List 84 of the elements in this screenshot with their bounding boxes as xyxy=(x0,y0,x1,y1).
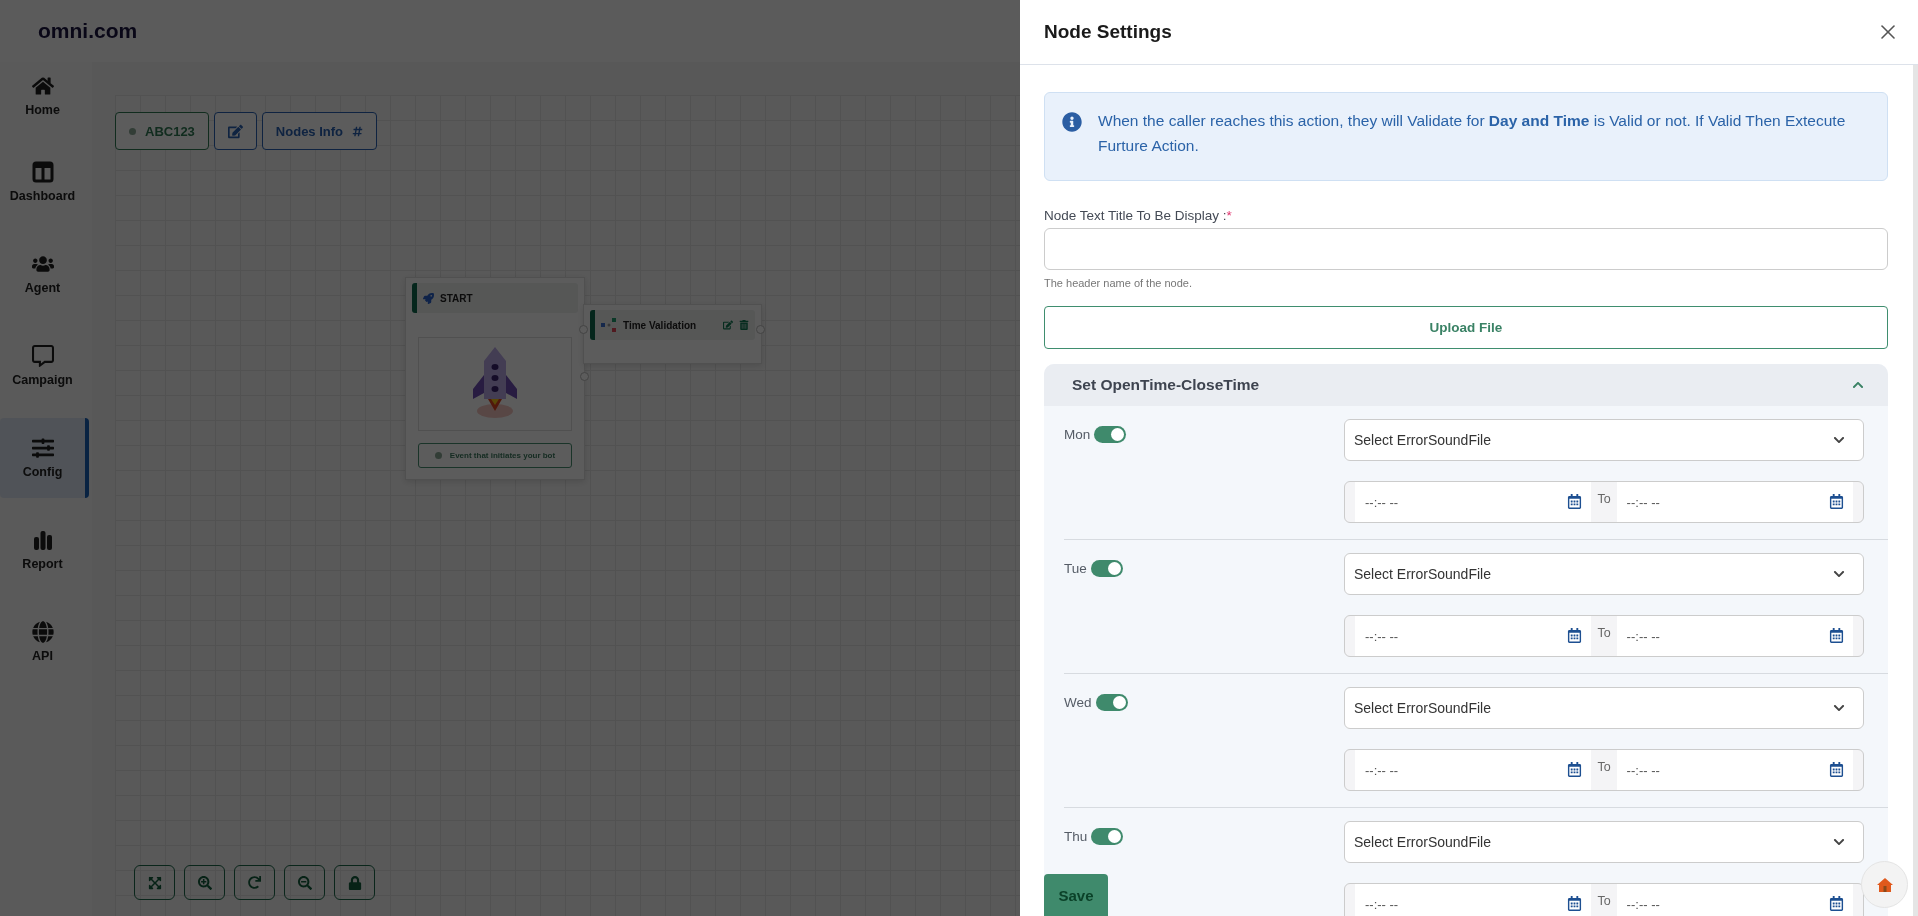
zoom-out-button[interactable] xyxy=(284,865,325,900)
day-label: Wed xyxy=(1064,695,1092,710)
time-input[interactable]: --:-- -- xyxy=(1616,884,1853,916)
day-label: Tue xyxy=(1064,561,1087,576)
lock-button[interactable] xyxy=(334,865,375,900)
zoom-in-icon xyxy=(197,875,212,890)
chevron-down-icon xyxy=(1833,836,1845,848)
time-input[interactable]: --:-- -- xyxy=(1616,482,1853,522)
field-hint: The header name of the node. xyxy=(1044,277,1193,289)
time-input[interactable]: --:-- -- xyxy=(1616,750,1853,790)
sidebar-item[interactable]: Campaign xyxy=(0,326,89,406)
sound-file-select[interactable]: Select ErrorSoundFile xyxy=(1344,553,1864,595)
zoom-out-icon xyxy=(297,875,312,890)
brand-logo[interactable]: omni.com xyxy=(38,19,138,43)
calendar-icon[interactable] xyxy=(1567,896,1583,911)
chevron-up-icon xyxy=(1852,379,1864,391)
redo-icon xyxy=(248,876,261,889)
day-toggle[interactable] xyxy=(1091,828,1124,845)
to-label: To xyxy=(1596,894,1612,908)
day-label: Thu xyxy=(1064,829,1088,844)
fit-view-button[interactable] xyxy=(134,865,175,900)
calendar-icon[interactable] xyxy=(1829,628,1844,643)
calendar-icon[interactable] xyxy=(1567,762,1583,777)
to-label: To xyxy=(1596,492,1612,506)
field-label: Node Text Title To Be Display :* xyxy=(1044,208,1233,223)
calendar-icon[interactable] xyxy=(1567,494,1583,509)
flow-name-button[interactable]: ABC123 xyxy=(115,112,209,150)
sliders-icon xyxy=(31,437,54,459)
sidebar-item[interactable]: Report xyxy=(0,510,89,590)
house-icon xyxy=(1875,876,1894,893)
nodes-info-button[interactable]: Nodes Info xyxy=(261,112,378,150)
drawer-title: Node Settings xyxy=(1044,21,1172,43)
time-input[interactable]: --:-- -- xyxy=(1355,482,1592,522)
upload-button[interactable]: Upload File xyxy=(1044,306,1888,349)
edit-icon xyxy=(227,123,243,139)
bar-chart-icon xyxy=(31,529,54,551)
calendar-icon[interactable] xyxy=(1829,762,1844,777)
sound-file-select[interactable]: Select ErrorSoundFile xyxy=(1344,821,1864,863)
chevron-down-icon xyxy=(1833,702,1845,714)
node-title: Time Validation xyxy=(623,319,698,331)
day-label: Mon xyxy=(1064,427,1091,442)
hashtag-icon xyxy=(352,125,364,137)
title-input[interactable] xyxy=(1044,228,1888,270)
sidebar-item[interactable]: API xyxy=(0,602,89,682)
edit-button[interactable] xyxy=(213,112,257,150)
edit-icon[interactable] xyxy=(723,320,733,330)
time-input[interactable]: --:-- -- xyxy=(1355,750,1592,790)
expand-icon xyxy=(147,875,162,890)
calendar-icon[interactable] xyxy=(1829,896,1844,911)
chevron-down-icon xyxy=(1833,568,1845,580)
sidebar-item[interactable]: Agent xyxy=(0,234,89,314)
accordion-header[interactable]: Set OpenTime-CloseTime xyxy=(1044,364,1888,406)
nodes-icon xyxy=(601,318,617,332)
time-input[interactable]: --:-- -- xyxy=(1355,616,1592,656)
to-label: To xyxy=(1596,760,1612,774)
info-text: When the caller reaches this action, they will Validate for Day and Time is Valid or not. If Valid Then Extecute Furture Action. xyxy=(1098,111,1847,156)
sidebar-item[interactable]: Dashboard xyxy=(0,142,89,222)
time-input[interactable]: --:-- -- xyxy=(1355,884,1592,916)
sound-file-select[interactable]: Select ErrorSoundFile xyxy=(1344,419,1864,461)
rocket-icon xyxy=(423,292,434,304)
day-toggle[interactable] xyxy=(1095,694,1128,711)
people-icon xyxy=(31,253,54,275)
save-button[interactable]: Save xyxy=(1044,874,1108,916)
day-toggle[interactable] xyxy=(1090,560,1123,577)
chat-icon xyxy=(31,345,54,367)
dashboard-icon xyxy=(31,161,54,183)
node-title: START xyxy=(440,292,474,304)
reset-button[interactable] xyxy=(234,865,275,900)
calendar-icon[interactable] xyxy=(1567,628,1583,643)
to-label: To xyxy=(1596,626,1612,640)
info-icon xyxy=(1062,112,1082,132)
sidebar-item[interactable]: Config xyxy=(0,418,89,498)
lock-icon xyxy=(347,875,362,890)
home-icon xyxy=(31,75,54,97)
sound-file-select[interactable]: Select ErrorSoundFile xyxy=(1344,687,1864,729)
event-caption: Event that initiates your bot xyxy=(418,443,572,468)
calendar-icon[interactable] xyxy=(1829,494,1844,509)
globe-icon xyxy=(31,621,54,643)
sidebar-item[interactable]: Home xyxy=(0,62,89,130)
trash-icon[interactable] xyxy=(739,320,749,330)
time-input[interactable]: --:-- -- xyxy=(1616,616,1853,656)
zoom-in-button[interactable] xyxy=(184,865,225,900)
chevron-down-icon xyxy=(1833,434,1845,446)
day-toggle[interactable] xyxy=(1094,426,1127,443)
